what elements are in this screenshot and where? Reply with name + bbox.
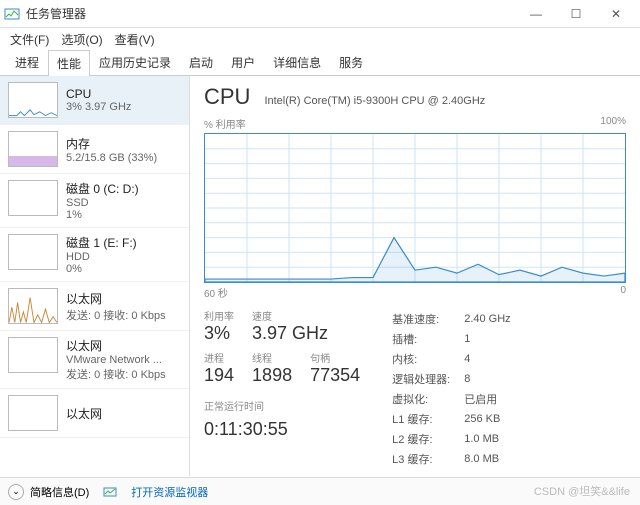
tab-startup[interactable]: 启动 (180, 49, 222, 75)
sidebar-memory-sub: 5.2/15.8 GB (33%) (66, 152, 181, 164)
resmon-icon (103, 485, 117, 499)
fewer-details-link[interactable]: 简略信息(D) (30, 484, 89, 500)
cpu-thumb (8, 82, 58, 118)
main-panel: CPU Intel(R) Core(TM) i5-9300H CPU @ 2.4… (190, 76, 640, 476)
sidebar-item-disk0[interactable]: 磁盘 0 (C: D:)SSD1% (0, 174, 189, 228)
sidebar-eth1-title: 以太网 (66, 337, 181, 354)
cpu-model: Intel(R) Core(TM) i5-9300H CPU @ 2.40GHz (264, 95, 485, 107)
sidebar-memory-title: 内存 (66, 135, 181, 152)
sidebar-item-cpu[interactable]: CPU3% 3.97 GHz (0, 76, 189, 125)
sidebar-eth2-title: 以太网 (66, 405, 181, 422)
chart-y-label: % 利用率 (204, 116, 246, 131)
stat-utilization: 3% (204, 323, 234, 344)
watermark: CSDN @坦笑&&life (534, 483, 630, 499)
titlebar: 任务管理器 — ☐ ✕ (0, 0, 640, 28)
menubar: 文件(F) 选项(O) 查看(V) (0, 28, 640, 50)
sidebar-item-memory[interactable]: 内存5.2/15.8 GB (33%) (0, 125, 189, 174)
tab-details[interactable]: 详细信息 (264, 49, 330, 75)
sidebar: CPU3% 3.97 GHz 内存5.2/15.8 GB (33%) 磁盘 0 … (0, 76, 190, 476)
minimize-button[interactable]: — (516, 0, 556, 28)
stat-uptime: 0:11:30:55 (204, 419, 360, 440)
sidebar-eth0-title: 以太网 (66, 290, 181, 307)
stat-processes: 194 (204, 365, 234, 386)
tab-services[interactable]: 服务 (330, 49, 372, 75)
chart-y-max: 100% (600, 116, 626, 131)
tab-performance[interactable]: 性能 (48, 50, 90, 76)
open-resmon-link[interactable]: 打开资源监视器 (131, 484, 208, 500)
tab-app-history[interactable]: 应用历史记录 (90, 49, 180, 75)
menu-view[interactable]: 查看(V) (111, 29, 159, 50)
cpu-details-table: 基准速度:2.40 GHz 插槽:1 内核:4 逻辑处理器:8 虚拟化:已启用 … (384, 308, 519, 470)
stat-speed: 3.97 GHz (252, 323, 328, 344)
window-title: 任务管理器 (26, 5, 516, 22)
tab-users[interactable]: 用户 (222, 49, 264, 75)
stat-handles: 77354 (310, 365, 360, 386)
disk0-thumb (8, 180, 58, 216)
close-button[interactable]: ✕ (596, 0, 636, 28)
fewer-details-icon[interactable]: ⌄ (8, 484, 24, 500)
tab-processes[interactable]: 进程 (6, 49, 48, 75)
sidebar-item-disk1[interactable]: 磁盘 1 (E: F:)HDD0% (0, 228, 189, 282)
disk1-thumb (8, 234, 58, 270)
maximize-button[interactable]: ☐ (556, 0, 596, 28)
sidebar-item-eth0[interactable]: 以太网发送: 0 接收: 0 Kbps (0, 282, 189, 331)
sidebar-cpu-sub: 3% 3.97 GHz (66, 101, 181, 113)
memory-thumb (8, 131, 58, 167)
cpu-chart (204, 133, 626, 283)
eth1-thumb (8, 337, 58, 373)
sidebar-item-eth1[interactable]: 以太网VMware Network ...发送: 0 接收: 0 Kbps (0, 331, 189, 389)
stat-threads: 1898 (252, 365, 292, 386)
chart-x-left: 60 秒 (204, 285, 228, 300)
sidebar-disk0-title: 磁盘 0 (C: D:) (66, 180, 181, 197)
chart-x-right: 0 (620, 285, 626, 300)
taskmgr-icon (4, 6, 20, 22)
tab-bar: 进程 性能 应用历史记录 启动 用户 详细信息 服务 (0, 50, 640, 76)
menu-options[interactable]: 选项(O) (57, 29, 106, 50)
sidebar-cpu-title: CPU (66, 87, 181, 101)
eth2-thumb (8, 395, 58, 431)
page-title: CPU (204, 84, 250, 110)
sidebar-item-eth2[interactable]: 以太网 (0, 389, 189, 438)
eth0-thumb (8, 288, 58, 324)
virtualization-row: 虚拟化:已启用 (386, 390, 517, 408)
sidebar-disk1-title: 磁盘 1 (E: F:) (66, 234, 181, 251)
menu-file[interactable]: 文件(F) (6, 29, 53, 50)
